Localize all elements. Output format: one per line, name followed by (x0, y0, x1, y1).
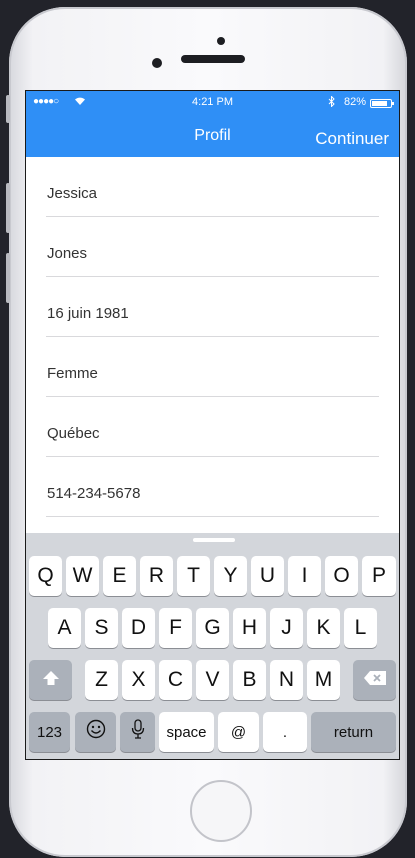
first-name-value: Jessica (47, 185, 98, 202)
battery-icon (370, 99, 394, 108)
key-q[interactable]: Q (29, 556, 62, 596)
key-t[interactable]: T (177, 556, 210, 596)
key-m[interactable]: M (307, 660, 340, 700)
key-d[interactable]: D (122, 608, 155, 648)
status-bar: ●●●●○ 4:21 PM 82% (26, 91, 399, 113)
dictation-key[interactable] (120, 712, 155, 752)
key-y[interactable]: Y (214, 556, 247, 596)
key-l[interactable]: L (344, 608, 377, 648)
key-r[interactable]: R (140, 556, 173, 596)
key-z[interactable]: Z (85, 660, 118, 700)
home-button[interactable] (190, 780, 252, 842)
key-x[interactable]: X (122, 660, 155, 700)
continue-button[interactable]: Continuer (315, 129, 389, 149)
shift-icon (42, 668, 60, 692)
key-b[interactable]: B (233, 660, 266, 700)
key-o[interactable]: O (325, 556, 358, 596)
key-c[interactable]: C (159, 660, 192, 700)
emoji-key[interactable] (75, 712, 116, 752)
volume-up-button (6, 183, 10, 233)
battery-level-fill (372, 101, 387, 106)
bluetooth-icon (328, 95, 335, 110)
shift-key[interactable] (29, 660, 72, 700)
birth-date-value: 16 juin 1981 (47, 305, 129, 322)
gender-field[interactable]: Femme (46, 337, 379, 397)
front-camera (152, 58, 162, 68)
navigation-bar: ●●●●○ 4:21 PM 82% Profil Continuer (26, 91, 399, 157)
key-g[interactable]: G (196, 608, 229, 648)
key-i[interactable]: I (288, 556, 321, 596)
gender-value: Femme (47, 365, 98, 382)
earpiece-speaker (181, 55, 245, 63)
mute-switch (6, 95, 10, 123)
volume-down-button (6, 253, 10, 303)
key-n[interactable]: N (270, 660, 303, 700)
front-sensor (217, 37, 225, 45)
key-h[interactable]: H (233, 608, 266, 648)
numbers-key[interactable]: 123 (29, 712, 70, 752)
province-value: Québec (47, 425, 100, 442)
key-p[interactable]: P (362, 556, 396, 596)
key-k[interactable]: K (307, 608, 340, 648)
key-w[interactable]: W (66, 556, 99, 596)
key-f[interactable]: F (159, 608, 192, 648)
battery-percent: 82% (343, 96, 366, 108)
key-s[interactable]: S (85, 608, 118, 648)
at-key[interactable]: @ (218, 712, 259, 752)
last-name-value: Jones (47, 245, 88, 262)
key-v[interactable]: V (196, 660, 229, 700)
phone-number-value: 514-234-5678 (47, 485, 141, 502)
birth-date-field[interactable]: 16 juin 1981 (46, 277, 379, 337)
province-field[interactable]: Québec (46, 397, 379, 457)
last-name-field[interactable]: Jones (46, 217, 379, 277)
phone-number-field[interactable]: 514-234-5678 (46, 457, 379, 517)
keyboard: Q W E R T Y U I O P A S D F G H J K L Z … (26, 533, 399, 759)
backspace-key[interactable] (353, 660, 396, 700)
first-name-field[interactable]: Jessica (46, 157, 379, 217)
profile-form: Jessica Jones 16 juin 1981 Femme Québec … (26, 157, 399, 517)
space-key[interactable]: space (159, 712, 214, 752)
key-j[interactable]: J (270, 608, 303, 648)
phone-screen: ●●●●○ 4:21 PM 82% Profil Continuer Jessi… (25, 90, 400, 760)
keyboard-grabber[interactable] (193, 538, 235, 542)
key-u[interactable]: U (251, 556, 284, 596)
return-key[interactable]: return (311, 712, 396, 752)
microphone-icon (131, 719, 145, 745)
emoji-icon (86, 719, 106, 745)
key-e[interactable]: E (103, 556, 136, 596)
backspace-icon (363, 668, 387, 692)
key-a[interactable]: A (48, 608, 81, 648)
period-key[interactable]: . (263, 712, 307, 752)
